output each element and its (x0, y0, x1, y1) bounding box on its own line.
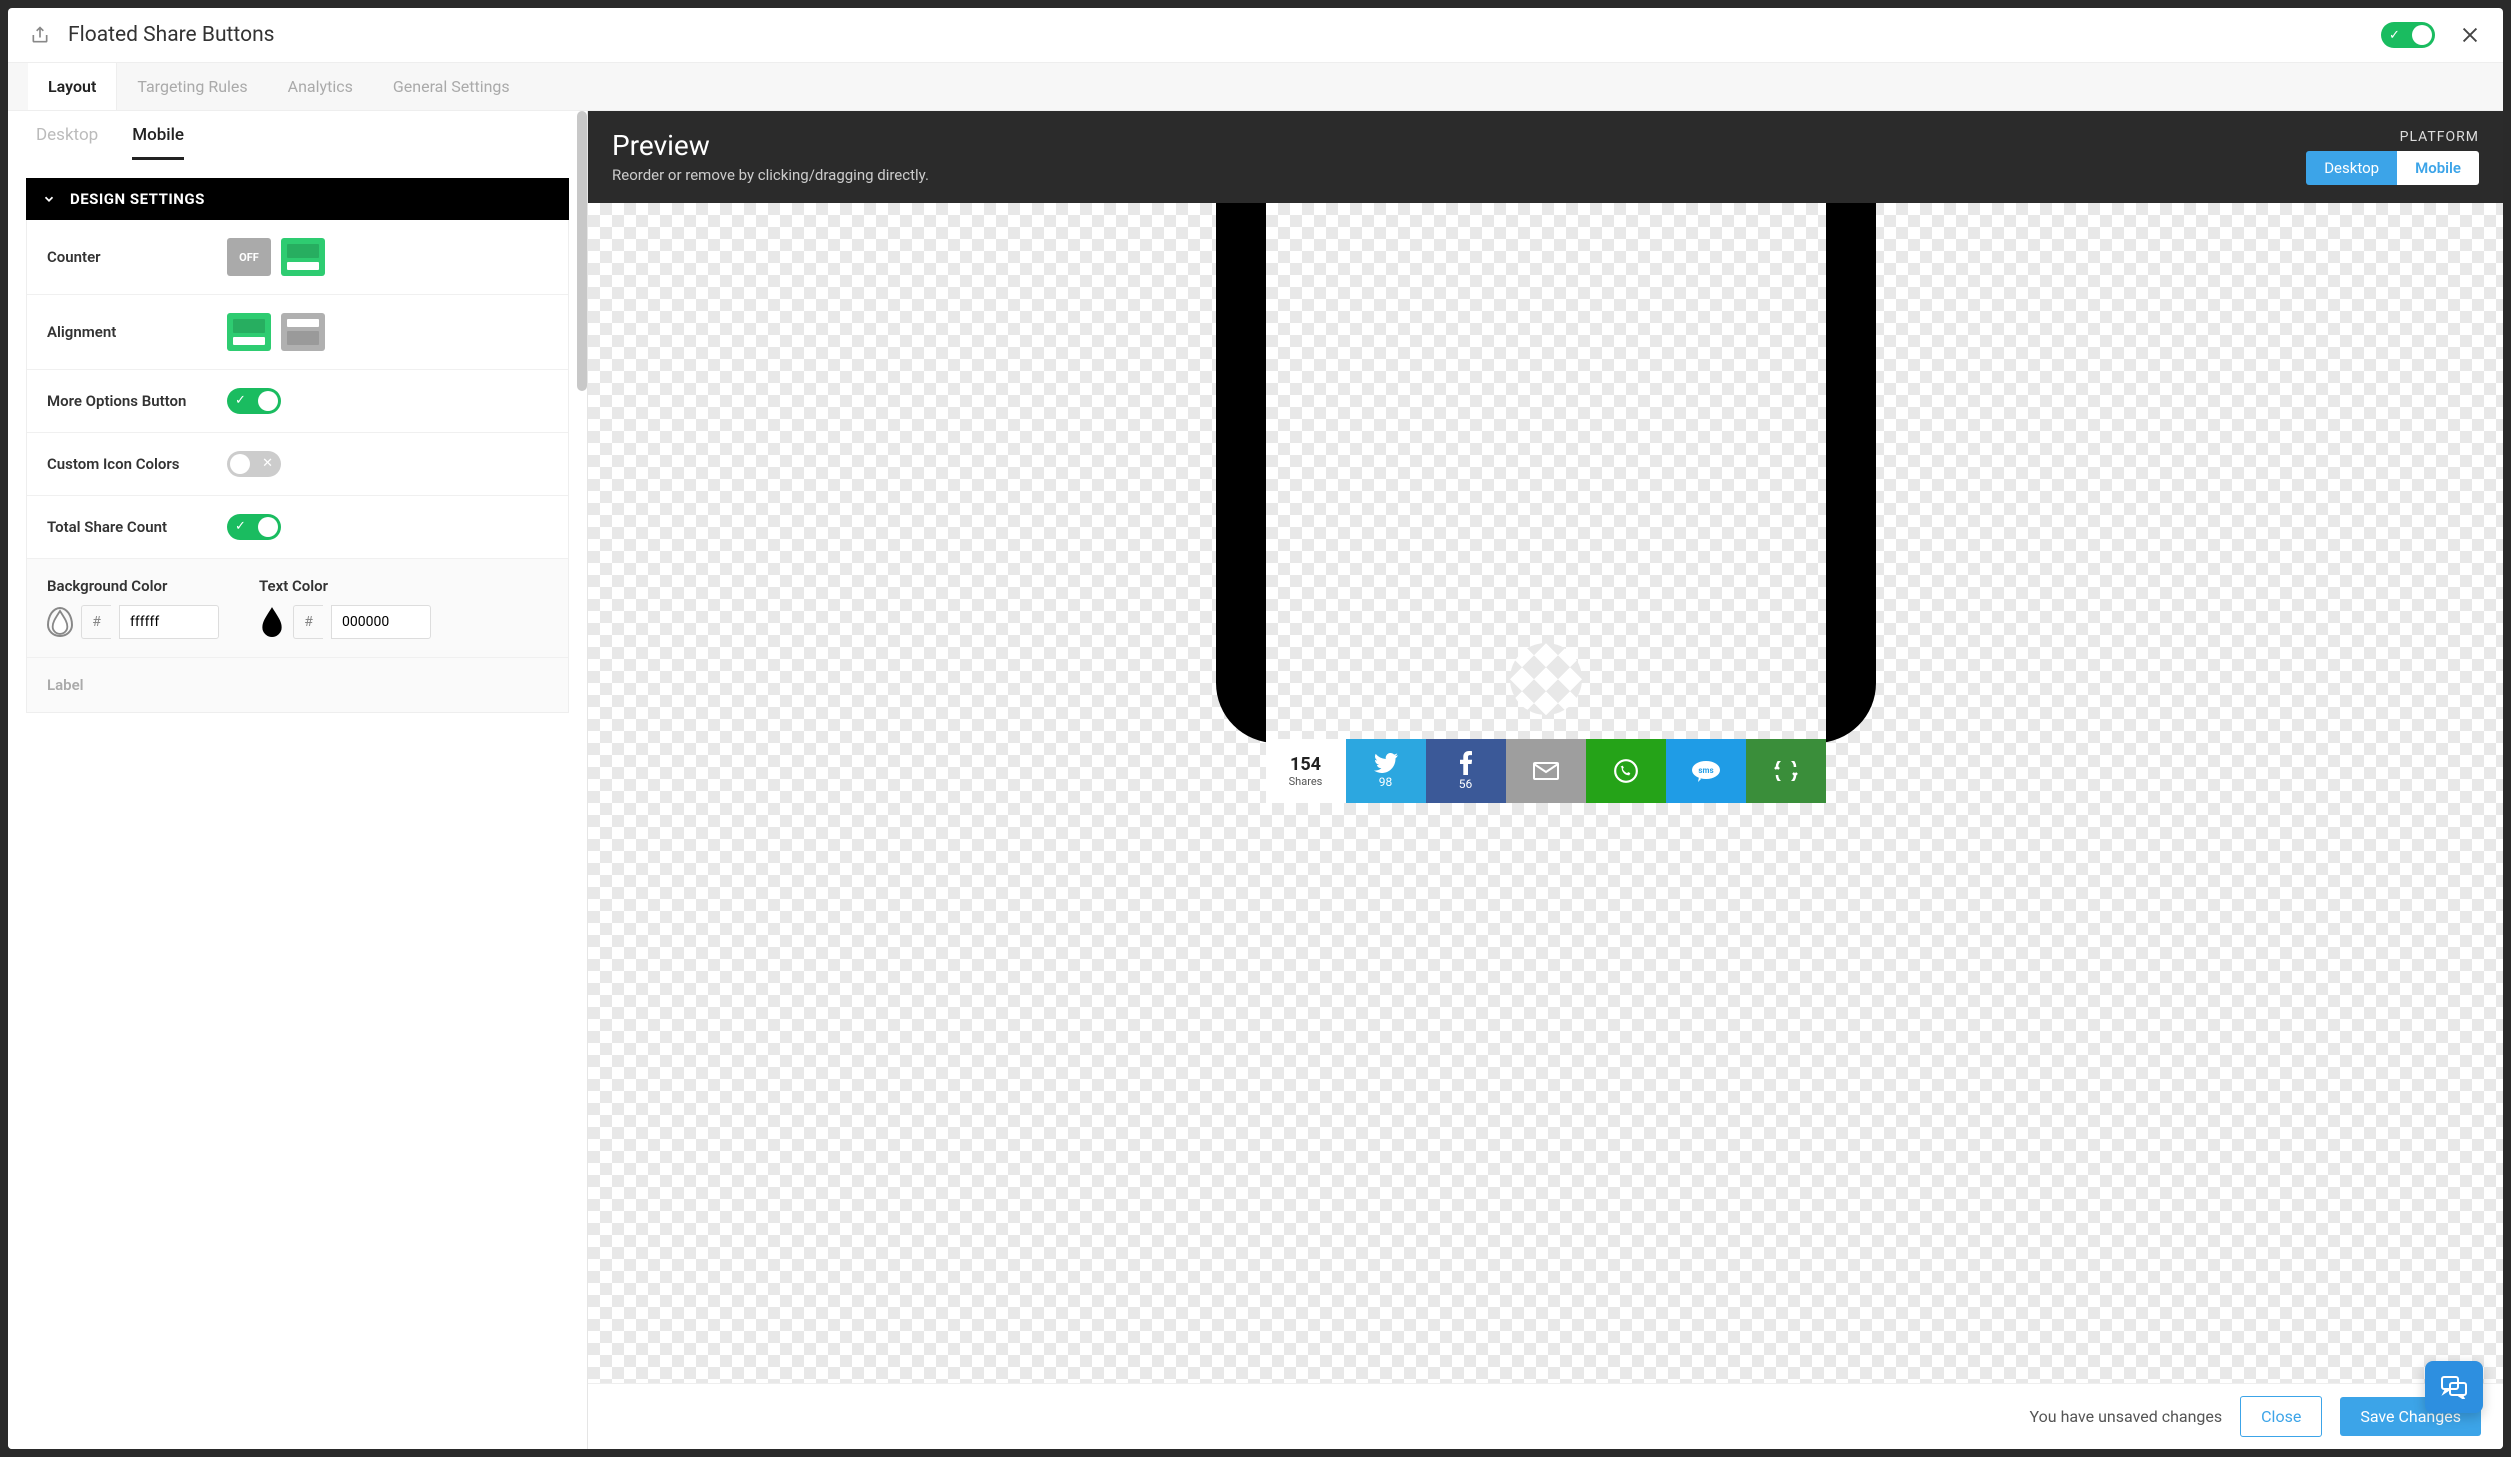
counter-label: Counter (47, 248, 227, 266)
total-share-label: Shares (1289, 775, 1323, 788)
share-out-icon (30, 25, 50, 45)
modal-title: Floated Share Buttons (68, 23, 2381, 47)
bg-color-input-row: # (47, 605, 219, 639)
settings-scroll[interactable]: DESIGN SETTINGS Counter OFF (8, 160, 587, 1449)
section-title: DESIGN SETTINGS (70, 190, 205, 208)
bg-color-col: Background Color # (47, 577, 219, 639)
platform-mobile-button[interactable]: Mobile (2397, 151, 2479, 185)
alignment-row: Alignment (27, 295, 568, 370)
alignment-label: Alignment (47, 323, 227, 341)
platform-buttons: Desktop Mobile (2306, 151, 2479, 185)
more-share-button[interactable] (1746, 739, 1826, 803)
facebook-count: 56 (1459, 777, 1473, 791)
total-share-toggle[interactable]: ✓ (227, 514, 281, 540)
counter-options: OFF (227, 238, 325, 276)
preview-header-text: Preview Reorder or remove by clicking/dr… (612, 129, 929, 184)
text-color-input[interactable] (331, 605, 431, 639)
counter-bottom-option[interactable] (281, 238, 325, 276)
preview-subtitle: Reorder or remove by clicking/dragging d… (612, 166, 929, 184)
sms-icon: sms (1691, 760, 1721, 782)
counter-off-option[interactable]: OFF (227, 238, 271, 276)
tab-general[interactable]: General Settings (373, 63, 530, 110)
toggle-knob (2412, 25, 2432, 45)
subtab-desktop[interactable]: Desktop (36, 125, 98, 160)
modal-footer: You have unsaved changes Close Save Chan… (588, 1383, 2503, 1449)
counter-row: Counter OFF (27, 220, 568, 295)
share-bar: 154 Shares 98 56 (1266, 739, 1826, 803)
alignment-options (227, 313, 325, 351)
subtab-mobile[interactable]: Mobile (132, 125, 184, 160)
close-icon[interactable] (2459, 24, 2481, 46)
design-settings-body: Counter OFF Alignment (26, 220, 569, 713)
settings-panel: Desktop Mobile DESIGN SETTINGS Counter O… (8, 111, 588, 1449)
more-options-row: More Options Button ✓ (27, 370, 568, 433)
total-share-number: 154 (1290, 754, 1321, 775)
droplet-icon[interactable] (47, 607, 73, 637)
tab-layout[interactable]: Layout (28, 63, 117, 110)
facebook-icon (1460, 751, 1472, 775)
check-icon: ✓ (235, 519, 246, 534)
twitter-count: 98 (1379, 775, 1393, 789)
custom-colors-label: Custom Icon Colors (47, 455, 227, 473)
hash-label: # (293, 605, 323, 639)
text-color-input-row: # (259, 605, 431, 639)
label-row: Label (27, 658, 568, 712)
x-icon: ✕ (262, 456, 273, 471)
total-share-row: Total Share Count ✓ (27, 496, 568, 559)
alignment-bottom-option[interactable] (227, 313, 271, 351)
close-button[interactable]: Close (2240, 1396, 2322, 1437)
enable-toggle[interactable]: ✓ (2381, 22, 2435, 48)
bg-color-label: Background Color (47, 577, 219, 595)
phone-home-button (1510, 643, 1582, 715)
hash-label: # (81, 605, 111, 639)
preview-title: Preview (612, 129, 929, 162)
phone-frame: 154 Shares 98 56 (1216, 203, 1876, 743)
text-color-label: Text Color (259, 577, 431, 595)
platform-label: PLATFORM (2306, 129, 2479, 145)
check-icon: ✓ (2389, 28, 2400, 43)
body-split: Desktop Mobile DESIGN SETTINGS Counter O… (8, 111, 2503, 1449)
chat-fab[interactable] (2425, 1361, 2483, 1413)
device-subtabs: Desktop Mobile (8, 111, 587, 160)
preview-canvas: 154 Shares 98 56 (588, 203, 2503, 1383)
chat-icon (2440, 1375, 2468, 1399)
platform-desktop-button[interactable]: Desktop (2306, 151, 2397, 185)
custom-colors-toggle[interactable]: ✕ (227, 451, 281, 477)
tab-targeting[interactable]: Targeting Rules (117, 63, 267, 110)
twitter-share-button[interactable]: 98 (1346, 739, 1426, 803)
whatsapp-share-button[interactable] (1586, 739, 1666, 803)
whatsapp-icon (1613, 758, 1639, 784)
facebook-share-button[interactable]: 56 (1426, 739, 1506, 803)
more-options-toggle[interactable]: ✓ (227, 388, 281, 414)
settings-modal: Floated Share Buttons ✓ Layout Targeting… (8, 8, 2503, 1449)
droplet-icon[interactable] (259, 607, 285, 637)
color-settings: Background Color # Text Color # (27, 559, 568, 658)
bg-color-input[interactable] (119, 605, 219, 639)
chevron-down-icon (42, 192, 56, 206)
sms-share-button[interactable]: sms (1666, 739, 1746, 803)
total-share-label: Total Share Count (47, 518, 227, 536)
svg-text:sms: sms (1698, 766, 1713, 775)
custom-colors-row: Custom Icon Colors ✕ (27, 433, 568, 496)
more-icon (1773, 761, 1799, 781)
platform-switcher: PLATFORM Desktop Mobile (2306, 129, 2479, 185)
mail-icon (1533, 762, 1559, 780)
more-options-label: More Options Button (47, 392, 227, 410)
alignment-top-option[interactable] (281, 313, 325, 351)
preview-panel: Preview Reorder or remove by clicking/dr… (588, 111, 2503, 1449)
preview-header: Preview Reorder or remove by clicking/dr… (588, 111, 2503, 203)
tab-analytics[interactable]: Analytics (268, 63, 373, 110)
modal-header: Floated Share Buttons ✓ (8, 8, 2503, 63)
twitter-icon (1374, 753, 1398, 773)
total-share-box: 154 Shares (1266, 739, 1346, 803)
email-share-button[interactable] (1506, 739, 1586, 803)
unsaved-changes-text: You have unsaved changes (2030, 1407, 2223, 1426)
text-color-col: Text Color # (259, 577, 431, 639)
check-icon: ✓ (235, 393, 246, 408)
scrollbar-thumb[interactable] (577, 111, 587, 391)
main-tabs: Layout Targeting Rules Analytics General… (8, 63, 2503, 111)
design-settings-header[interactable]: DESIGN SETTINGS (26, 178, 569, 220)
